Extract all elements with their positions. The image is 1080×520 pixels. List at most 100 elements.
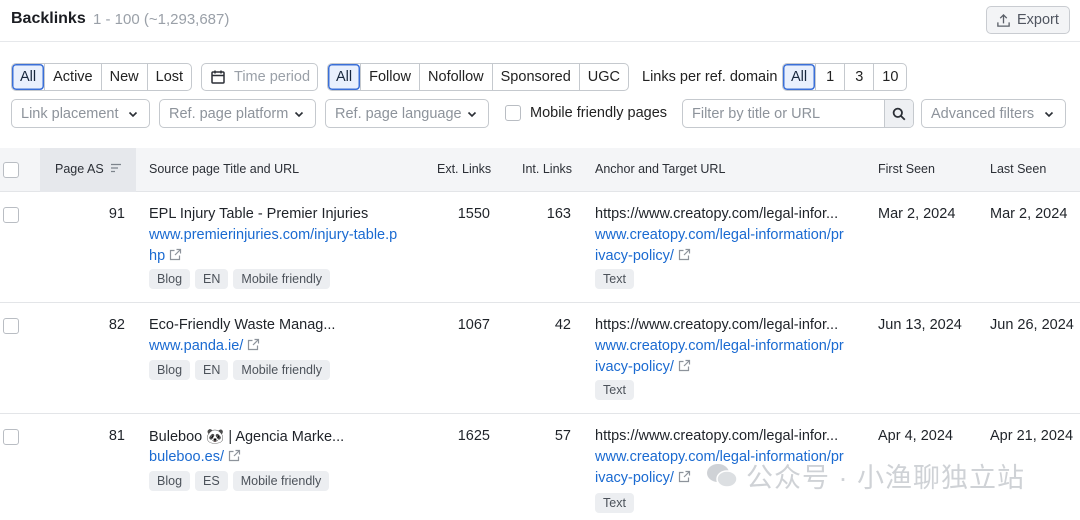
page-as-value: 91 — [108, 206, 125, 222]
source-title[interactable]: Eco-Friendly Waste Manag... — [149, 317, 335, 333]
row-checkbox[interactable] — [3, 318, 19, 334]
row-checkbox[interactable] — [3, 207, 19, 223]
tag-platform: Blog — [149, 360, 191, 380]
int-links-value: 163 — [546, 206, 571, 222]
anchor-type-tag: Text — [595, 269, 634, 289]
table-row: 82 Eco-Friendly Waste Manag... www.panda… — [0, 303, 1080, 414]
source-url[interactable]: www.panda.ie/ — [149, 336, 260, 357]
link-type-nofollow[interactable]: Nofollow — [419, 64, 492, 90]
link-type-follow[interactable]: Follow — [360, 64, 419, 90]
ext-links-value: 1550 — [457, 206, 490, 222]
table-row: 91 EPL Injury Table - Premier Injuries w… — [0, 192, 1080, 303]
col-int-links[interactable]: Int. Links — [522, 162, 572, 176]
int-links-value: 42 — [554, 317, 571, 333]
search-icon — [892, 107, 906, 120]
advanced-filters-label: Advanced filters — [931, 105, 1035, 122]
anchor-type-tag: Text — [595, 493, 634, 513]
search-button[interactable] — [884, 100, 913, 127]
links-per-domain-10[interactable]: 10 — [873, 64, 906, 90]
tag-mobile: Mobile friendly — [233, 269, 330, 289]
anchor-type-tag: Text — [595, 380, 634, 400]
link-type-ugc[interactable]: UGC — [578, 64, 628, 90]
source-tags: Blog EN Mobile friendly — [149, 269, 330, 289]
link-placement-dropdown[interactable]: Link placement — [11, 99, 150, 128]
int-links-value: 57 — [554, 428, 571, 444]
export-icon — [997, 13, 1010, 27]
status-lost[interactable]: Lost — [146, 64, 191, 90]
filter-title-url-input[interactable] — [683, 100, 884, 127]
external-link-icon[interactable] — [228, 449, 241, 462]
ext-links-value: 1625 — [457, 428, 490, 444]
links-per-domain-3[interactable]: 3 — [844, 64, 873, 90]
page-as-value: 82 — [108, 317, 125, 333]
last-seen-value: Mar 2, 2024 — [990, 206, 1068, 222]
result-range: 1 - 100 (~1,293,687) — [93, 11, 230, 28]
time-period-label: Time period — [234, 69, 311, 85]
page-title: Backlinks — [11, 10, 86, 27]
external-link-icon[interactable] — [678, 359, 691, 372]
tag-platform: Blog — [149, 269, 191, 289]
ref-page-platform-label: Ref. page platform — [169, 105, 289, 122]
col-first-seen[interactable]: First Seen — [878, 162, 935, 176]
url-filter — [682, 99, 914, 128]
mobile-friendly-checkbox[interactable] — [505, 105, 521, 121]
anchor-text: https://www.creatopy.com/legal-infor... — [595, 317, 839, 333]
ref-page-language-dropdown[interactable]: Ref. page language — [325, 99, 489, 128]
advanced-filters-dropdown[interactable]: Advanced filters — [921, 99, 1066, 128]
external-link-icon[interactable] — [678, 470, 691, 483]
wechat-icon — [707, 463, 738, 488]
sort-icon — [111, 163, 122, 173]
last-seen-value: Apr 21, 2024 — [990, 428, 1074, 444]
tag-mobile: Mobile friendly — [233, 360, 330, 380]
ref-page-language-label: Ref. page language — [335, 105, 462, 122]
export-button[interactable]: Export — [986, 6, 1070, 34]
link-type-sponsored[interactable]: Sponsored — [491, 64, 579, 90]
chevron-down-icon — [467, 111, 477, 117]
col-anchor[interactable]: Anchor and Target URL — [595, 162, 725, 176]
chevron-down-icon — [1044, 111, 1054, 117]
first-seen-value: Mar 2, 2024 — [878, 206, 956, 222]
target-url[interactable]: www.creatopy.com/legal-information/pr iva… — [595, 225, 844, 266]
source-url[interactable]: www.premierinjuries.com/injury-table.p hp — [149, 225, 397, 266]
row-checkbox[interactable] — [3, 429, 19, 445]
ref-page-platform-dropdown[interactable]: Ref. page platform — [159, 99, 316, 128]
tag-language: EN — [195, 360, 229, 380]
ext-links-value: 1067 — [457, 317, 490, 333]
anchor-text: https://www.creatopy.com/legal-infor... — [595, 206, 839, 222]
table-header: Page AS Source page Title and URL Ext. L… — [0, 148, 1080, 192]
link-type-all[interactable]: All — [328, 64, 361, 90]
external-link-icon[interactable] — [169, 248, 182, 261]
time-period-button[interactable]: Time period — [201, 63, 318, 91]
watermark: 公众号 · 小渔聊独立站 — [706, 456, 1025, 495]
chevron-down-icon — [294, 111, 304, 117]
status-new[interactable]: New — [100, 64, 147, 90]
export-label: Export — [1017, 12, 1059, 28]
source-title[interactable]: Buleboo 🐼 | Agencia Marke... — [149, 428, 344, 445]
page-header: Backlinks 1 - 100 (~1,293,687) Export — [0, 0, 1080, 42]
col-last-seen[interactable]: Last Seen — [990, 162, 1046, 176]
source-tags: Blog EN Mobile friendly — [149, 360, 330, 380]
select-all-checkbox[interactable] — [3, 162, 19, 178]
source-url[interactable]: buleboo.es/ — [149, 447, 241, 468]
tag-platform: Blog — [149, 471, 191, 491]
status-filter: All Active New Lost — [11, 63, 193, 91]
status-all[interactable]: All — [12, 64, 45, 90]
page-as-value: 81 — [108, 428, 125, 444]
tag-language: EN — [195, 269, 229, 289]
links-per-domain-filter: All 1 3 10 — [782, 63, 908, 91]
anchor-text: https://www.creatopy.com/legal-infor... — [595, 428, 839, 444]
links-per-domain-all[interactable]: All — [783, 64, 816, 90]
col-page-as[interactable]: Page AS — [55, 162, 122, 176]
source-title[interactable]: EPL Injury Table - Premier Injuries — [149, 206, 368, 222]
watermark-text: 公众号 · 小渔聊独立站 — [746, 463, 1025, 493]
col-ext-links[interactable]: Ext. Links — [437, 162, 491, 176]
links-per-domain-1[interactable]: 1 — [815, 64, 844, 90]
source-tags: Blog ES Mobile friendly — [149, 471, 330, 491]
target-url[interactable]: www.creatopy.com/legal-information/pr iva… — [595, 336, 844, 377]
status-active[interactable]: Active — [44, 64, 101, 90]
external-link-icon[interactable] — [678, 248, 691, 261]
chevron-down-icon — [128, 111, 138, 117]
mobile-friendly-label: Mobile friendly pages — [530, 105, 668, 121]
external-link-icon[interactable] — [247, 338, 260, 351]
col-source[interactable]: Source page Title and URL — [149, 162, 299, 176]
